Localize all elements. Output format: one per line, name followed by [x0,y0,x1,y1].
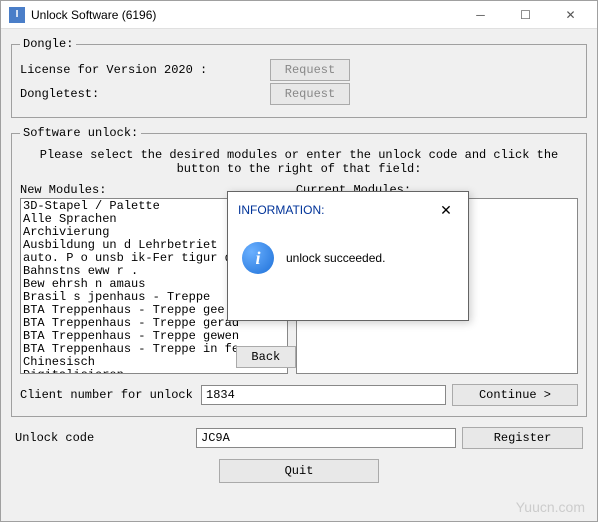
information-dialog: INFORMATION: ✕ i unlock succeeded. [227,191,469,321]
list-item[interactable]: Digitalisieren [23,369,285,374]
info-icon: i [242,242,274,274]
maximize-button[interactable]: ☐ [503,1,548,29]
software-legend: Software unlock: [20,126,141,140]
dialog-message: unlock succeeded. [286,251,385,265]
continue-button[interactable]: Continue > [452,384,578,406]
client-number-input[interactable] [201,385,446,405]
back-button[interactable]: Back [236,346,296,368]
dialog-title: INFORMATION: [238,203,324,217]
window-title: Unlock Software (6196) [31,8,458,22]
dongle-legend: Dongle: [20,37,76,51]
dongletest-label: Dongletest: [20,87,270,101]
minimize-button[interactable]: ─ [458,1,503,29]
register-button[interactable]: Register [462,427,583,449]
list-item[interactable]: BTA Treppenhaus - Treppe gewen [23,330,285,343]
quit-button[interactable]: Quit [219,459,379,483]
instruction-text: Please select the desired modules or ent… [20,148,578,177]
watermark-text: Yuucn.com [516,499,585,515]
titlebar[interactable]: I Unlock Software (6196) ─ ☐ ✕ [1,1,597,29]
unlock-code-input[interactable] [196,428,456,448]
dialog-close-button[interactable]: ✕ [434,200,458,220]
close-button[interactable]: ✕ [548,1,593,29]
request-license-button[interactable]: Request [270,59,350,81]
request-dongletest-button[interactable]: Request [270,83,350,105]
app-icon: I [9,7,25,23]
unlock-code-label: Unlock code [15,431,190,445]
license-label: License for Version 2020 : [20,63,270,77]
client-number-label: Client number for unlock [20,388,195,402]
window-controls: ─ ☐ ✕ [458,1,593,29]
dongle-group: Dongle: License for Version 2020 : Reque… [11,37,587,118]
main-window: I Unlock Software (6196) ─ ☐ ✕ Dongle: L… [0,0,598,522]
